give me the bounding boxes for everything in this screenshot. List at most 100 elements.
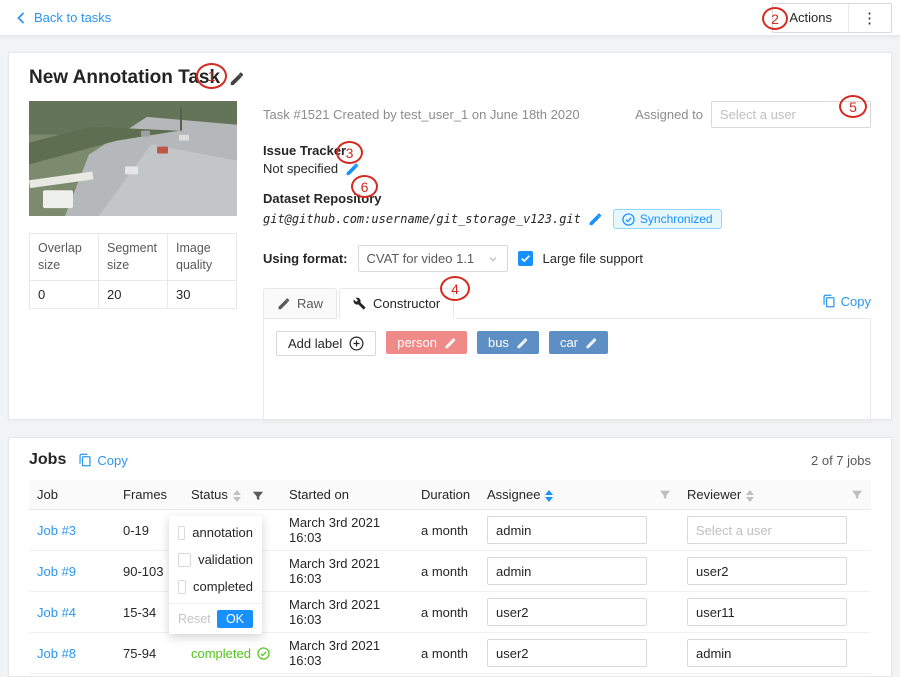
param-value-quality: 30 (168, 280, 237, 308)
task-preview-image (29, 101, 237, 216)
reviewer-input[interactable] (687, 516, 847, 544)
param-header-overlap: Overlap size (30, 234, 99, 281)
assignee-input[interactable] (487, 516, 647, 544)
param-header-quality: Image quality (168, 234, 237, 281)
job-link[interactable]: Job #4 (37, 605, 76, 620)
sort-status[interactable] (233, 490, 241, 502)
edit-label-icon[interactable] (444, 337, 456, 349)
assignee-input[interactable] (487, 639, 647, 667)
sort-assignee[interactable] (545, 490, 553, 502)
status-filter-icon[interactable] (252, 490, 264, 502)
col-started: Started on (281, 480, 413, 510)
more-vertical-icon[interactable]: ⋮ (848, 4, 891, 32)
duration-cell: a month (413, 592, 479, 633)
filter-option-completed[interactable]: completed (169, 573, 262, 600)
filter-option-label: completed (193, 579, 253, 594)
filter-reset-button[interactable]: Reset (178, 612, 211, 626)
format-select[interactable]: CVAT for video 1.1 (358, 245, 508, 272)
using-format-label: Using format: (263, 251, 348, 266)
status-filter-dropdown: annotation validation completed Reset OK (169, 516, 262, 634)
assignee-input[interactable] (487, 598, 647, 626)
col-frames: Frames (115, 480, 183, 510)
completed-checkbox[interactable] (178, 580, 186, 594)
annotation-checkbox[interactable] (178, 526, 185, 540)
labels-tabs: Raw Constructor Copy (263, 288, 871, 319)
copy-labels-label: Copy (841, 294, 871, 309)
edit-label-icon[interactable] (516, 337, 528, 349)
jobs-count: 2 of 7 jobs (811, 453, 871, 468)
task-title: New Annotation Task (29, 67, 220, 89)
edit-repository-icon[interactable] (588, 212, 602, 226)
tab-constructor[interactable]: Constructor (339, 288, 454, 319)
filter-ok-button[interactable]: OK (217, 610, 253, 628)
copy-jobs-label: Copy (97, 453, 127, 468)
table-row: Job #9 90-103 March 3rd 2021 16:03 a mon… (29, 551, 871, 592)
status-cell: completed (183, 633, 281, 674)
large-file-support-checkbox[interactable] (518, 251, 533, 266)
chevron-left-icon (14, 11, 28, 25)
copy-jobs-button[interactable]: Copy (78, 453, 127, 468)
jobs-card: Jobs Copy 2 of 7 jobs Job Frames Status (8, 437, 892, 677)
reviewer-input[interactable] (687, 639, 847, 667)
job-link[interactable]: Job #9 (37, 564, 76, 579)
back-to-tasks-label: Back to tasks (34, 10, 111, 25)
assigned-to-label: Assigned to (635, 107, 703, 122)
filter-option-validation[interactable]: validation (169, 546, 262, 573)
tab-raw-label: Raw (297, 296, 323, 311)
callout-1: 1 (196, 63, 227, 89)
copy-labels-button[interactable]: Copy (822, 294, 871, 309)
labels-constructor-panel: Add label person bus car (263, 319, 871, 423)
started-cell: March 3rd 2021 16:03 (281, 510, 413, 551)
status-completed-text: completed (191, 646, 251, 661)
job-link[interactable]: Job #8 (37, 646, 76, 661)
callout-4: 4 (440, 276, 470, 301)
callout-2: 2 (762, 7, 788, 30)
plus-circle-icon (349, 336, 364, 351)
task-meta: Task #1521 Created by test_user_1 on Jun… (263, 107, 580, 122)
assignee-input[interactable] (487, 557, 647, 585)
col-assignee[interactable]: Assignee (479, 480, 679, 510)
frames-cell: 75-94 (115, 633, 183, 674)
job-link[interactable]: Job #3 (37, 523, 76, 538)
dataset-repository-url: git@github.com:username/git_storage_v123… (263, 212, 581, 226)
large-file-support-label: Large file support (543, 251, 643, 266)
col-status[interactable]: Status (183, 480, 281, 510)
back-to-tasks-link[interactable]: Back to tasks (14, 10, 111, 25)
label-tag-bus[interactable]: bus (477, 331, 539, 354)
chevron-down-icon (487, 253, 499, 265)
jobs-table: Job Frames Status Started on Duration As… (29, 480, 871, 674)
started-cell: March 3rd 2021 16:03 (281, 592, 413, 633)
param-value-segment: 20 (99, 280, 168, 308)
build-icon (353, 297, 366, 310)
assignee-filter-icon[interactable] (659, 489, 671, 501)
edit-task-name-icon[interactable] (229, 71, 244, 86)
duration-cell: a month (413, 551, 479, 592)
col-reviewer[interactable]: Reviewer (679, 480, 871, 510)
label-tag-car[interactable]: car (549, 331, 608, 354)
started-cell: March 3rd 2021 16:03 (281, 633, 413, 674)
callout-6: 6 (351, 175, 378, 198)
callout-5: 5 (839, 95, 867, 118)
sync-status-label: Synchronized (640, 212, 713, 226)
reviewer-input[interactable] (687, 557, 847, 585)
filter-option-label: annotation (192, 525, 253, 540)
table-row: Job #4 15-34 March 3rd 2021 16:03 a mont… (29, 592, 871, 633)
sort-reviewer[interactable] (746, 490, 754, 502)
sync-status-badge: Synchronized (613, 209, 722, 229)
validation-checkbox[interactable] (178, 553, 191, 567)
edit-label-icon[interactable] (585, 337, 597, 349)
duration-cell: a month (413, 510, 479, 551)
param-header-segment: Segment size (99, 234, 168, 281)
add-label-text: Add label (288, 336, 342, 351)
callout-3: 3 (336, 141, 363, 164)
reviewer-filter-icon[interactable] (851, 489, 863, 501)
add-label-button[interactable]: Add label (276, 331, 376, 356)
check-circle-icon (622, 213, 635, 226)
actions-button[interactable]: Actions ⋮ (772, 3, 892, 33)
task-details-card: New Annotation Task (8, 52, 892, 420)
jobs-title: Jobs (29, 451, 66, 469)
tab-raw[interactable]: Raw (263, 288, 337, 319)
filter-option-annotation[interactable]: annotation (169, 519, 262, 546)
reviewer-input[interactable] (687, 598, 847, 626)
label-tag-person[interactable]: person (386, 331, 467, 354)
